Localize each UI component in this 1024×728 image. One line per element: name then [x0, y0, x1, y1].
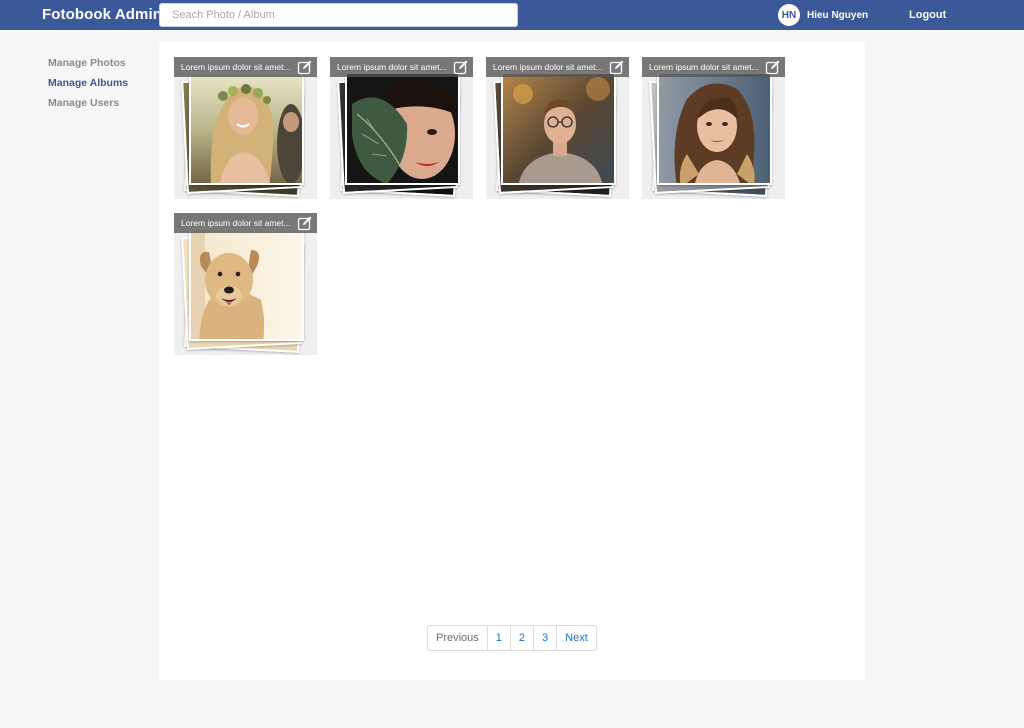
sidebar-item-manage-albums[interactable]: Manage Albums	[48, 77, 148, 97]
album-cover-photo[interactable]	[501, 72, 616, 185]
album-cover-photo[interactable]	[657, 72, 772, 185]
album-card-header: Lorem ipsum dolor sit amet...	[486, 57, 629, 77]
album-card-header: Lorem ipsum dolor sit amet...	[330, 57, 473, 77]
next-page-button[interactable]: Next	[557, 626, 596, 650]
page-1-button[interactable]: 1	[488, 626, 511, 650]
edit-icon[interactable]	[453, 59, 469, 75]
page-3-button[interactable]: 3	[534, 626, 558, 650]
top-navbar: Fotobook Admin HN Hieu Nguyen Logout	[0, 0, 1024, 30]
sidebar: Manage Photos Manage Albums Manage Users	[48, 57, 148, 117]
album-grid-panel: Lorem ipsum dolor sit amet... Lorem ipsu…	[159, 42, 865, 680]
search-input[interactable]	[159, 3, 518, 27]
pagination: Previous 1 2 3 Next	[427, 625, 597, 651]
album-card[interactable]: Lorem ipsum dolor sit amet...	[642, 57, 785, 199]
user-menu[interactable]: HN Hieu Nguyen	[778, 4, 868, 26]
sidebar-item-manage-users[interactable]: Manage Users	[48, 97, 148, 117]
previous-page-button[interactable]: Previous	[428, 626, 488, 650]
album-card-header: Lorem ipsum dolor sit amet...	[174, 213, 317, 233]
edit-icon[interactable]	[765, 59, 781, 75]
user-name[interactable]: Hieu Nguyen	[807, 10, 868, 21]
album-card[interactable]: Lorem ipsum dolor sit amet...	[174, 57, 317, 199]
album-cover-photo[interactable]	[189, 228, 304, 341]
album-card[interactable]: Lorem ipsum dolor sit amet...	[486, 57, 629, 199]
album-title: Lorem ipsum dolor sit amet...	[181, 62, 291, 72]
avatar[interactable]: HN	[778, 4, 800, 26]
album-title: Lorem ipsum dolor sit amet...	[337, 62, 447, 72]
edit-icon[interactable]	[297, 215, 313, 231]
edit-icon[interactable]	[609, 59, 625, 75]
logout-button[interactable]: Logout	[909, 9, 946, 21]
album-card-header: Lorem ipsum dolor sit amet...	[642, 57, 785, 77]
album-card-header: Lorem ipsum dolor sit amet...	[174, 57, 317, 77]
brand-logo[interactable]: Fotobook Admin	[42, 6, 162, 23]
page-2-button[interactable]: 2	[511, 626, 535, 650]
album-cover-photo[interactable]	[345, 72, 460, 185]
edit-icon[interactable]	[297, 59, 313, 75]
album-title: Lorem ipsum dolor sit amet...	[649, 62, 759, 72]
album-card[interactable]: Lorem ipsum dolor sit amet...	[174, 213, 317, 355]
album-cover-photo[interactable]	[189, 72, 304, 185]
album-card[interactable]: Lorem ipsum dolor sit amet...	[330, 57, 473, 199]
album-title: Lorem ipsum dolor sit amet...	[493, 62, 603, 72]
album-title: Lorem ipsum dolor sit amet...	[181, 218, 291, 228]
sidebar-item-manage-photos[interactable]: Manage Photos	[48, 57, 148, 77]
